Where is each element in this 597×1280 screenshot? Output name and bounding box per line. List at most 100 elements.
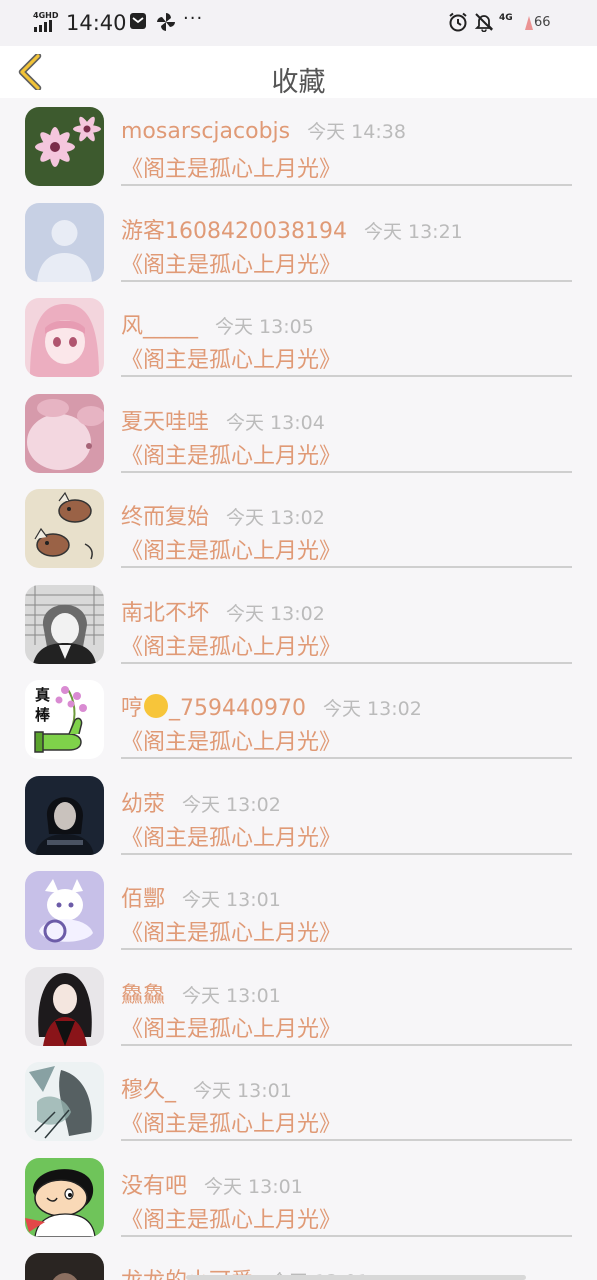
avatar[interactable] [25, 1062, 104, 1141]
book-title[interactable]: 《阁主是孤心上月光》 [121, 724, 341, 756]
avatar[interactable] [25, 1253, 104, 1280]
user-name[interactable]: 终而复始 [121, 499, 209, 531]
alarm-icon [449, 12, 467, 32]
timestamp: 今天 13:01 [204, 1175, 303, 1198]
avatar-text: 棒 [35, 706, 51, 724]
avatar[interactable] [25, 107, 104, 186]
navigation-header: 收藏 [0, 46, 597, 98]
avatar[interactable] [25, 584, 104, 664]
avatar[interactable] [25, 775, 104, 855]
divider [121, 1234, 572, 1237]
network-type: 4GHD [33, 11, 59, 20]
timestamp: 今天 13:02 [226, 507, 325, 529]
timestamp: 今天 13:01 [182, 889, 281, 911]
book-title[interactable]: 《阁主是孤心上月光》 [121, 151, 341, 183]
mail-icon [130, 13, 146, 29]
list-item[interactable]: 夏天哇哇 今天 13:04 《阁主是孤心上月光》 [0, 385, 597, 481]
list-item[interactable]: 风_____ 今天 13:05 《阁主是孤心上月光》 [0, 289, 597, 385]
list-item[interactable]: 没有吧 今天 13:01 《阁主是孤心上月光》 [0, 1149, 597, 1245]
avatar-text: 真 [35, 686, 50, 704]
bell-off-icon [474, 13, 494, 32]
book-title[interactable]: 《阁主是孤心上月光》 [121, 629, 341, 661]
avatar[interactable] [25, 489, 104, 568]
user-name[interactable]: 风_____ [121, 308, 198, 340]
user-name[interactable]: 鱻鱻 [121, 977, 165, 1009]
user-name[interactable]: 游客1608420038194 [121, 213, 347, 245]
timestamp: 今天 13:05 [215, 316, 314, 338]
avatar[interactable] [25, 202, 104, 282]
user-name[interactable]: 没有吧 [121, 1168, 187, 1200]
divider [121, 375, 572, 377]
book-title[interactable]: 《阁主是孤心上月光》 [121, 1106, 341, 1138]
divider [121, 1139, 572, 1141]
item-header: 夏天哇哇 今天 13:04 [121, 404, 325, 435]
divider [121, 948, 572, 950]
avatar[interactable] [25, 966, 104, 1046]
item-header: 游客1608420038194 今天 13:21 [121, 213, 463, 244]
timestamp: 今天 13:02 [226, 602, 325, 625]
battery-level: 66 [534, 15, 551, 30]
avatar[interactable]: 真 棒 [25, 680, 104, 759]
user-name[interactable]: 佰酆 [121, 881, 165, 913]
list-item[interactable]: 佰酆 今天 13:01 《阁主是孤心上月光》 [0, 862, 597, 958]
book-title[interactable]: 《阁主是孤心上月光》 [121, 1011, 341, 1043]
home-indicator[interactable] [186, 1275, 526, 1280]
mobile-network-label: 4G [499, 13, 513, 23]
list-item[interactable]: 幼荥 今天 13:02 《阁主是孤心上月光》 [0, 767, 597, 863]
list-item[interactable]: 南北不坏 今天 13:02 《阁主是孤心上月光》 [0, 576, 597, 672]
divider [121, 279, 572, 282]
book-title[interactable]: 《阁主是孤心上月光》 [121, 342, 341, 374]
item-header: 穆久_ 今天 13:01 [121, 1072, 292, 1103]
item-header: 幼荥 今天 13:02 [121, 786, 281, 817]
timestamp: 今天 13:21 [363, 220, 463, 243]
book-title[interactable]: 《阁主是孤心上月光》 [121, 915, 341, 947]
book-title[interactable]: 《阁主是孤心上月光》 [121, 247, 341, 279]
book-title[interactable]: 《阁主是孤心上月光》 [121, 820, 341, 852]
divider [121, 757, 572, 759]
book-title[interactable]: 《阁主是孤心上月光》 [121, 1202, 341, 1234]
avatar[interactable] [25, 1157, 104, 1237]
divider [121, 566, 572, 568]
avatar[interactable] [25, 393, 104, 473]
item-header: 终而复始 今天 13:02 [121, 499, 325, 530]
user-name[interactable]: 夏天哇哇 [121, 404, 209, 436]
list-item[interactable]: 终而复始 今天 13:02 《阁主是孤心上月光》 [0, 480, 597, 576]
user-name-prefix: 哼 [121, 696, 144, 721]
list-item[interactable]: 鱻鱻 今天 13:01 《阁主是孤心上月光》 [0, 958, 597, 1054]
pinwheel-icon [157, 13, 175, 31]
list-item[interactable]: 真 棒 哼 _759440970 今天 13:02 《阁主是孤心上月光》 [0, 671, 597, 767]
book-title[interactable]: 《阁主是孤心上月光》 [121, 533, 341, 565]
timestamp: 今天 13:01 [182, 984, 281, 1007]
more-notifications-icon: ··· [183, 8, 204, 29]
user-name[interactable]: 幼荥 [121, 786, 165, 818]
item-header: 没有吧 今天 13:01 [121, 1168, 303, 1199]
status-bar: 4GHD 14:40 ··· 4G 66 [0, 0, 597, 46]
list-item[interactable]: 穆久_ 今天 13:01 《阁主是孤心上月光》 [0, 1053, 597, 1149]
item-header: 南北不坏 今天 13:02 [121, 595, 325, 626]
item-header: 鱻鱻 今天 13:01 [121, 977, 281, 1008]
signal-bars-icon [34, 20, 52, 32]
divider [121, 470, 572, 473]
timestamp: 今天 13:04 [226, 411, 325, 434]
list-item[interactable]: 游客1608420038194 今天 13:21 《阁主是孤心上月光》 [0, 194, 597, 290]
timestamp: 今天 14:38 [307, 121, 406, 143]
avatar[interactable] [25, 871, 104, 950]
user-name[interactable]: 穆久_ [121, 1072, 176, 1104]
timestamp: 今天 13:02 [182, 793, 281, 816]
user-name-suffix: _759440970 [169, 696, 306, 721]
timestamp: 今天 13:02 [323, 698, 422, 720]
avatar[interactable] [25, 298, 104, 377]
page-title: 收藏 [271, 67, 326, 98]
user-name[interactable]: mosarscjacobjs [121, 119, 290, 144]
divider [121, 852, 572, 855]
status-time: 14:40 [66, 11, 127, 35]
user-name[interactable]: 哼 _759440970 [121, 690, 306, 722]
divider [121, 661, 572, 664]
battery-icon: 66 [522, 11, 552, 33]
book-title[interactable]: 《阁主是孤心上月光》 [121, 438, 341, 470]
list-item[interactable]: mosarscjacobjs 今天 14:38 《阁主是孤心上月光》 [0, 98, 597, 194]
item-header: mosarscjacobjs 今天 14:38 [121, 117, 406, 145]
item-header: 佰酆 今天 13:01 [121, 881, 281, 912]
user-name[interactable]: 南北不坏 [121, 595, 209, 627]
network-indicator: 4GHD [33, 11, 59, 33]
